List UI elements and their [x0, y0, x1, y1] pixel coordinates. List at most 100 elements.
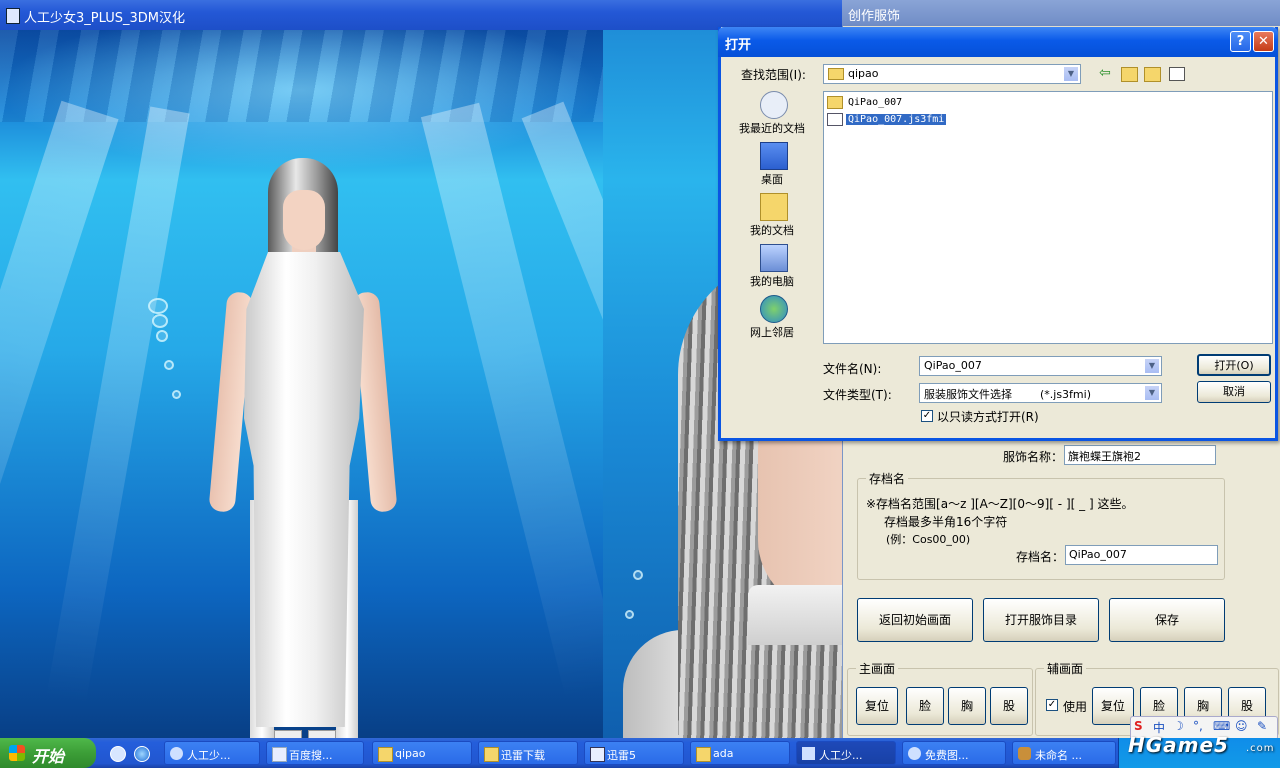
- start-button[interactable]: 开始: [0, 738, 96, 768]
- character-shoe: [274, 730, 302, 738]
- game-window-titlebar[interactable]: 人工少女3_PLUS_3DM汉化: [0, 0, 842, 30]
- taskbar-item-label: qipao: [395, 747, 426, 760]
- place-my-documents[interactable]: 我的文档: [731, 191, 813, 241]
- browser-icon: [272, 747, 287, 762]
- ime-skin-icon[interactable]: ☺: [1235, 719, 1248, 733]
- site-watermark: HGame5 .com: [1128, 733, 1274, 757]
- folder-icon: [696, 747, 711, 762]
- filename-label: 文件名(N):: [823, 362, 882, 376]
- chevron-down-icon[interactable]: ▼: [1144, 385, 1160, 401]
- main-face-button[interactable]: 脸: [906, 687, 944, 725]
- close-icon[interactable]: ✕: [1253, 31, 1274, 52]
- bubble: [172, 390, 181, 399]
- place-label: 我的文档: [750, 224, 794, 237]
- back-to-start-button[interactable]: 返回初始画面: [857, 598, 973, 642]
- bubble: [148, 298, 168, 314]
- folder-icon: [827, 96, 843, 109]
- folder-icon: [378, 747, 393, 762]
- chevron-down-icon[interactable]: ▼: [1063, 66, 1079, 82]
- look-in-value: qipao: [828, 67, 879, 80]
- file-list[interactable]: QiPao_007 QiPao_007.js3fmi: [823, 91, 1273, 344]
- readonly-checkbox[interactable]: ✓: [921, 410, 933, 422]
- costume-name-input[interactable]: 旗袍蝶王旗袍2: [1064, 445, 1216, 465]
- save-note-length: 存档最多半角16个字符: [884, 515, 1008, 529]
- place-label: 桌面: [761, 173, 783, 186]
- open-costume-dir-button[interactable]: 打开服饰目录: [983, 598, 1099, 642]
- open-file-dialog: 打开 ? ✕ 查找范围(I): qipao ▼ ⇦ 我最近的文档 桌面 我的文档…: [718, 27, 1278, 441]
- readonly-label: 以只读方式打开(R): [937, 410, 1039, 424]
- network-icon: [760, 295, 788, 323]
- ime-moon-icon[interactable]: ☽: [1173, 719, 1184, 733]
- taskbar-item-label: 百度搜...: [289, 749, 333, 762]
- file-name: QiPao_007.js3fmi: [846, 114, 947, 125]
- character-shoe: [308, 730, 336, 738]
- save-name-group: 存档名 ※存档名范围[a～z ][A～Z][0～9][ - ][ _ ] 这些。…: [857, 470, 1225, 580]
- list-item[interactable]: QiPao_007.js3fmi: [827, 113, 947, 129]
- taskbar-item-active[interactable]: 人工少...: [796, 741, 896, 765]
- taskbar-item-label: 人工少...: [187, 749, 231, 762]
- place-network[interactable]: 网上邻居: [731, 293, 813, 343]
- zoom-collar: [748, 585, 842, 645]
- taskbar-item[interactable]: 人工少...: [164, 741, 260, 765]
- recent-docs-icon: [760, 91, 788, 119]
- help-icon[interactable]: ?: [1230, 31, 1251, 52]
- taskbar-item[interactable]: qipao: [372, 741, 472, 765]
- filetype-select[interactable]: 服装服饰文件选择 (*.js3fmi) ▼: [919, 383, 1162, 403]
- taskbar-item[interactable]: 未命名 ...: [1012, 741, 1116, 765]
- chevron-down-icon[interactable]: ▼: [1144, 358, 1160, 374]
- save-button[interactable]: 保存: [1109, 598, 1225, 642]
- main-3d-view[interactable]: [0, 30, 603, 738]
- desktop-icon: [760, 142, 788, 170]
- dialog-title: 打开: [725, 38, 752, 53]
- place-label: 我的电脑: [750, 275, 794, 288]
- taskbar-item[interactable]: 免费图...: [902, 741, 1006, 765]
- taskbar-item[interactable]: 百度搜...: [266, 741, 364, 765]
- place-label: 网上邻居: [750, 326, 794, 339]
- look-in-select[interactable]: qipao ▼: [823, 64, 1081, 84]
- view-menu-icon[interactable]: [1169, 67, 1185, 81]
- new-folder-icon[interactable]: [1144, 67, 1161, 82]
- cancel-button[interactable]: 取消: [1197, 381, 1271, 403]
- show-desktop-icon[interactable]: [110, 746, 126, 762]
- file-name: QiPao_007: [848, 97, 903, 108]
- app-icon: [802, 747, 815, 760]
- list-item[interactable]: QiPao_007: [827, 96, 904, 112]
- main-crotch-button[interactable]: 股: [990, 687, 1028, 725]
- my-documents-icon: [760, 193, 788, 221]
- bubble: [633, 570, 643, 580]
- taskbar-item[interactable]: ada: [690, 741, 790, 765]
- taskbar-item[interactable]: 迅雷5: [584, 741, 684, 765]
- taskbar-item-label: 免费图...: [925, 749, 969, 762]
- thunder-icon: [590, 747, 605, 762]
- up-folder-icon[interactable]: [1121, 67, 1138, 82]
- game-window-title: 人工少女3_PLUS_3DM汉化: [24, 11, 185, 26]
- browser-icon[interactable]: [134, 746, 150, 762]
- my-computer-icon: [760, 244, 788, 272]
- sub-view-use-checkbox[interactable]: ✓: [1046, 699, 1058, 711]
- main-chest-button[interactable]: 胸: [948, 687, 986, 725]
- sub-reset-button[interactable]: 复位: [1092, 687, 1134, 725]
- taskbar-item-label: 人工少...: [819, 749, 863, 762]
- look-in-text: qipao: [848, 67, 879, 80]
- place-recent[interactable]: 我最近的文档: [731, 89, 813, 139]
- place-desktop[interactable]: 桌面: [731, 140, 813, 190]
- taskbar-item[interactable]: 迅雷下载: [478, 741, 578, 765]
- windows-logo-icon: [9, 745, 25, 761]
- main-reset-button[interactable]: 复位: [856, 687, 898, 725]
- bubble: [152, 314, 168, 328]
- ime-settings-icon[interactable]: ✎: [1257, 719, 1267, 733]
- browser-icon: [908, 747, 921, 760]
- watermark-text: HGame5: [1128, 733, 1229, 757]
- bubble: [164, 360, 174, 370]
- dialog-titlebar[interactable]: 打开 ? ✕: [718, 27, 1278, 57]
- save-name-input[interactable]: QiPao_007: [1065, 545, 1218, 565]
- open-button[interactable]: 打开(O): [1197, 354, 1271, 376]
- back-arrow-icon[interactable]: ⇦: [1099, 65, 1111, 81]
- panel-titlebar: 创作服饰: [842, 0, 1280, 26]
- ime-keyboard-icon[interactable]: ⌨: [1213, 719, 1230, 733]
- bubble: [625, 610, 634, 619]
- ime-punct-icon[interactable]: °,: [1193, 719, 1203, 733]
- ime-logo-icon[interactable]: S: [1134, 719, 1143, 733]
- place-my-computer[interactable]: 我的电脑: [731, 242, 813, 292]
- filename-input[interactable]: QiPao_007 ▼: [919, 356, 1162, 376]
